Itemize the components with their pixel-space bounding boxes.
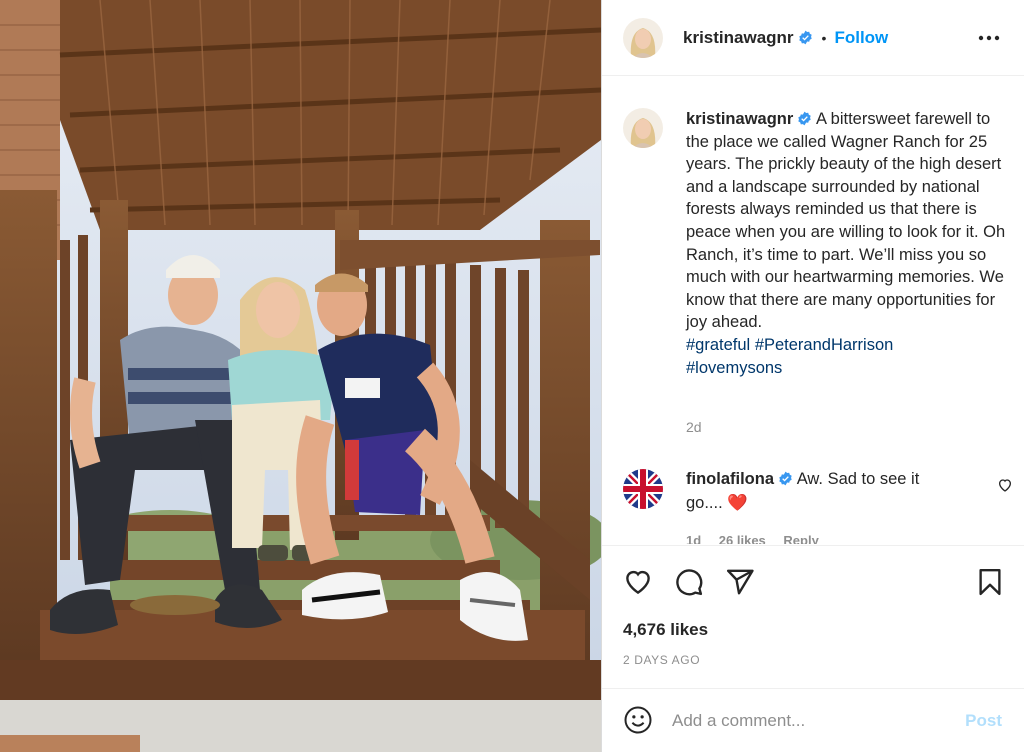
comment-input[interactable]	[672, 707, 942, 735]
uk-flag-avatar-image	[623, 469, 663, 509]
comment-text-block: finolafilona Aw. Sad to see it go.... ❤️	[686, 467, 956, 515]
commenter-username[interactable]: finolafilona	[686, 470, 774, 488]
caption-body: A bittersweet farewell to the place we c…	[686, 110, 1006, 332]
post-photo-illustration	[0, 0, 601, 752]
verified-badge-icon	[797, 110, 812, 126]
comment-timestamp[interactable]: 1d	[686, 533, 701, 544]
hashtag-link[interactable]: #grateful	[686, 336, 750, 354]
follow-button[interactable]: Follow	[834, 28, 888, 48]
commenter-avatar[interactable]	[623, 469, 663, 509]
author-avatar[interactable]	[623, 17, 663, 58]
hashtag-link[interactable]: #lovemysons	[686, 359, 782, 377]
author-avatar-image	[623, 17, 663, 58]
emoji-icon[interactable]	[623, 705, 653, 735]
comment-like-heart-icon[interactable]	[997, 477, 1013, 493]
caption-avatar-image	[623, 108, 663, 148]
add-comment-bar: Post	[602, 688, 1024, 752]
caption-username[interactable]: kristinawagnr	[686, 110, 793, 128]
comments-list[interactable]: kristinawagnr A bittersweet farewell to …	[602, 78, 1024, 544]
more-options-icon[interactable]	[978, 28, 1000, 48]
post-image[interactable]	[0, 0, 601, 752]
comment-reply-button[interactable]: Reply	[783, 533, 818, 544]
bookmark-icon[interactable]	[975, 567, 1005, 597]
author-username[interactable]: kristinawagnr	[683, 28, 794, 48]
verified-badge-icon	[798, 30, 813, 45]
comment-icon[interactable]	[674, 567, 704, 597]
post-actions: 4,676 likes 2 DAYS AGO	[602, 545, 1024, 675]
comment-meta: 1d 26 likes Reply	[686, 533, 833, 544]
verified-badge-icon	[778, 469, 793, 486]
caption-text-block: kristinawagnr A bittersweet farewell to …	[686, 108, 1011, 379]
header-separator: •	[821, 29, 827, 46]
post-date[interactable]: 2 DAYS AGO	[623, 653, 700, 667]
heart-icon[interactable]	[623, 567, 653, 597]
share-icon[interactable]	[725, 567, 755, 597]
caption-avatar[interactable]	[623, 108, 663, 148]
hashtag-link[interactable]: #PeterandHarrison	[755, 336, 894, 354]
post-comment-button[interactable]: Post	[965, 711, 1002, 731]
post-header: kristinawagnr • Follow	[602, 0, 1024, 76]
likes-count[interactable]: 4,676 likes	[623, 620, 708, 640]
comment-likes-count[interactable]: 26 likes	[719, 533, 766, 544]
caption-timestamp[interactable]: 2d	[686, 419, 702, 435]
post-details-panel: kristinawagnr • Follow kristinawagnr A b…	[601, 0, 1024, 752]
